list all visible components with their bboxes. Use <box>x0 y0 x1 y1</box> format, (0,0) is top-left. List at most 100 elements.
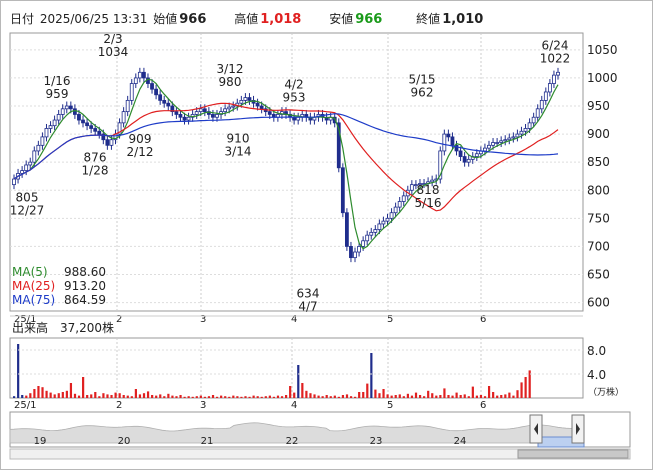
volume-bar <box>126 395 129 398</box>
annotation-label: 1/16 <box>44 74 71 88</box>
candle-body <box>523 128 528 132</box>
volume-bar <box>248 396 251 398</box>
volume-bar <box>378 393 381 398</box>
y-tick-label: 700 <box>587 239 610 253</box>
volume-unit-label: （万株） <box>588 386 624 398</box>
x-month-label: 6 <box>480 400 486 411</box>
volume-bar <box>329 396 332 398</box>
volume-bar <box>394 395 397 398</box>
volume-bar <box>455 392 458 398</box>
volume-bar <box>492 392 495 398</box>
candle-body <box>198 108 203 113</box>
candle-body <box>385 217 390 222</box>
volume-bar <box>155 395 158 398</box>
volume-bar <box>256 396 259 398</box>
volume-bar <box>37 386 40 398</box>
annotation-label: 634 <box>297 286 320 300</box>
volume-bar <box>427 390 430 398</box>
volume-bar <box>301 383 304 398</box>
volume-bar <box>349 396 353 398</box>
volume-bar <box>220 395 223 398</box>
candle-body <box>409 184 414 191</box>
volume-bar <box>463 394 466 398</box>
volume-bar <box>333 395 336 398</box>
candle-body <box>48 125 53 129</box>
candle-body <box>393 206 398 214</box>
volume-bar <box>406 393 409 398</box>
candle-body <box>211 114 215 118</box>
annotation-label: 5/15 <box>409 72 436 86</box>
candle-body <box>105 139 110 146</box>
volume-bar <box>29 393 32 398</box>
candle-body <box>133 77 138 84</box>
volume-bar <box>159 394 162 398</box>
volume-bar <box>264 396 267 398</box>
y-tick-label: 600 <box>587 296 610 310</box>
annotation-label: 4/7 <box>298 299 317 313</box>
volume-bar <box>73 393 77 398</box>
volume-bar <box>297 365 300 398</box>
candle-body <box>531 116 536 124</box>
volume-bar <box>236 396 239 398</box>
volume-bar <box>45 390 48 398</box>
candle-body <box>36 144 41 152</box>
volume-bar <box>268 395 271 398</box>
volume-bar <box>337 396 340 398</box>
ma25-legend-label: MA(25) <box>12 279 55 293</box>
volume-bar <box>21 395 24 398</box>
candle-body <box>72 108 77 115</box>
volume-bar <box>57 393 60 398</box>
volume-bar <box>398 394 401 398</box>
candle-body <box>511 136 516 139</box>
volume-bar <box>207 396 211 398</box>
volume-bar <box>118 393 121 398</box>
candle-body <box>491 142 495 146</box>
annotation-label: 1034 <box>98 45 129 59</box>
volume-bar <box>179 395 182 398</box>
candle-body <box>231 105 236 108</box>
candle-body <box>44 128 49 138</box>
annotation-label: 980 <box>219 75 242 89</box>
candle-body <box>68 105 73 110</box>
candle-body <box>353 251 357 259</box>
volume-bar <box>13 396 16 398</box>
y-tick-label: 850 <box>587 155 610 169</box>
volume-bar <box>240 396 243 398</box>
y-tick-label: 900 <box>587 127 610 141</box>
annotation-label: 1022 <box>540 52 571 66</box>
candle-body <box>539 99 544 110</box>
volume-bar <box>232 395 235 398</box>
annotation-label: 12/27 <box>10 203 45 217</box>
volume-bar <box>86 395 89 398</box>
volume-bar <box>280 396 284 398</box>
volume-bar <box>451 395 454 398</box>
volume-bar <box>366 383 369 398</box>
y-tick-label: 750 <box>587 211 610 225</box>
candle-body <box>377 223 382 230</box>
volume-bar <box>362 392 365 398</box>
annotation-label: 5/16 <box>415 196 442 210</box>
candle-body <box>97 130 102 135</box>
candle-body <box>515 133 520 138</box>
annotation-label: 3/12 <box>217 62 244 76</box>
stock-chart: 25/125/122334455666006507007508008509009… <box>9 32 631 460</box>
x-month-label: 3 <box>200 400 206 411</box>
volume-bar <box>370 353 373 398</box>
candle-body <box>40 136 45 146</box>
candle-body <box>24 164 29 171</box>
volume-bar <box>183 396 186 398</box>
candle-body <box>154 88 158 96</box>
candle-body <box>56 114 61 121</box>
y-tick-label: 1000 <box>587 71 618 85</box>
candle-body <box>93 128 98 132</box>
candle-body <box>503 139 508 142</box>
candle-body <box>121 111 126 124</box>
volume-bar <box>423 396 426 398</box>
volume-bar <box>313 394 316 398</box>
candle-body <box>150 83 154 90</box>
volume-bar <box>325 395 328 398</box>
volume-bar <box>142 393 146 398</box>
volume-bar <box>130 396 133 398</box>
scrollbar-thumb[interactable] <box>517 449 629 459</box>
annotation-label: 2/12 <box>127 145 154 159</box>
